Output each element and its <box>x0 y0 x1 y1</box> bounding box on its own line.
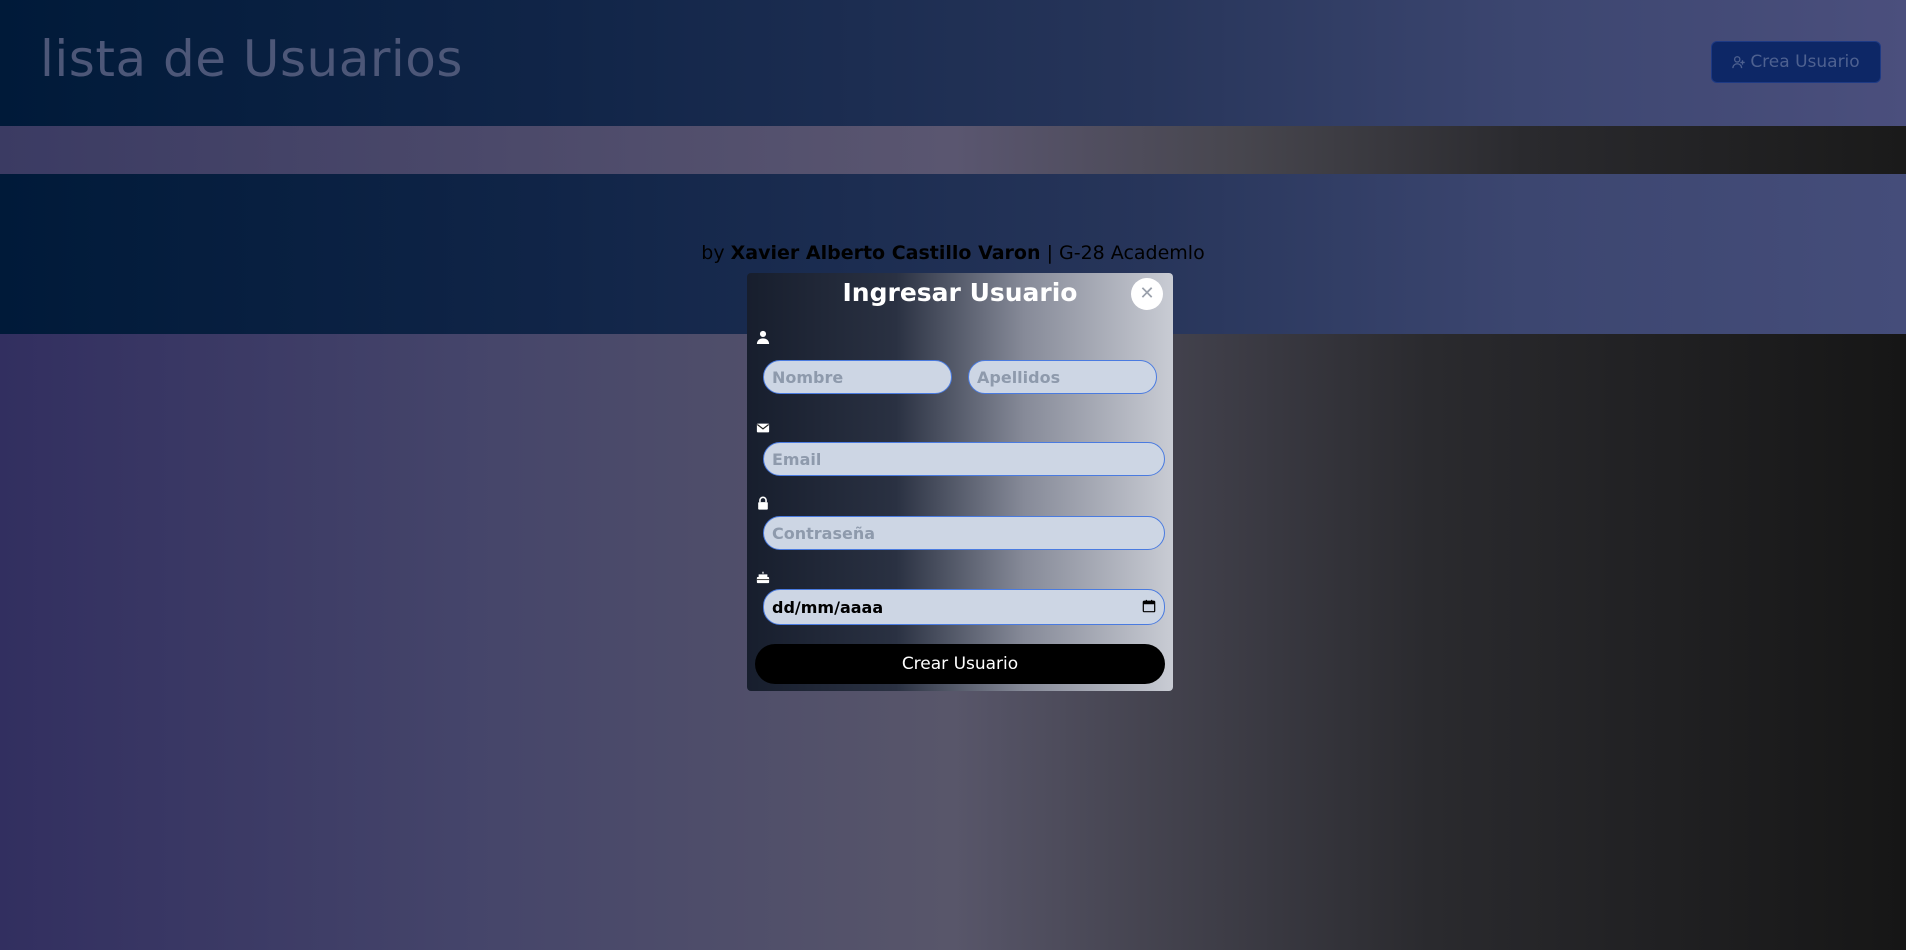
modal-title: Ingresar Usuario <box>842 278 1078 307</box>
submit-label: Crear Usuario <box>901 654 1019 674</box>
credits-suffix: | G-28 Academlo <box>1046 242 1205 264</box>
create-user-submit-button[interactable]: Crear Usuario <box>755 644 1165 684</box>
last-name-placeholder: Apellidos <box>977 367 1061 387</box>
credits: by Xavier Alberto Castillo Varon | G-28 … <box>0 242 1906 264</box>
user-icon <box>756 330 770 344</box>
create-user-button-label: Crea Usuario <box>1750 52 1860 72</box>
password-placeholder: Contraseña <box>772 523 876 543</box>
create-user-button[interactable]: Crea Usuario <box>1711 41 1881 83</box>
first-name-input[interactable]: Nombre <box>763 360 952 394</box>
last-name-input[interactable]: Apellidos <box>968 360 1157 394</box>
password-input[interactable]: Contraseña <box>763 516 1165 550</box>
divider-strip <box>0 126 1906 174</box>
envelope-icon <box>756 423 770 433</box>
page-title: lista de Usuarios <box>40 30 463 88</box>
credits-prefix: by <box>701 242 725 264</box>
lock-icon <box>758 496 768 510</box>
birthday-placeholder: dd/mm/aaaa <box>772 597 884 617</box>
close-icon[interactable]: ✕ <box>1131 278 1163 310</box>
cake-icon <box>756 571 770 584</box>
credits-author: Xavier Alberto Castillo Varon <box>730 242 1041 264</box>
email-input[interactable]: Email <box>763 442 1165 476</box>
user-plus-icon <box>1732 56 1745 69</box>
birthday-date-input[interactable]: dd/mm/aaaa <box>763 589 1165 625</box>
create-user-modal: Ingresar Usuario ✕ Nombre Apellidos Emai… <box>747 273 1173 691</box>
email-placeholder: Email <box>772 449 822 469</box>
header-bar: lista de Usuarios Crea Usuario <box>0 0 1906 126</box>
calendar-icon[interactable] <box>1142 599 1156 613</box>
first-name-placeholder: Nombre <box>772 367 844 387</box>
